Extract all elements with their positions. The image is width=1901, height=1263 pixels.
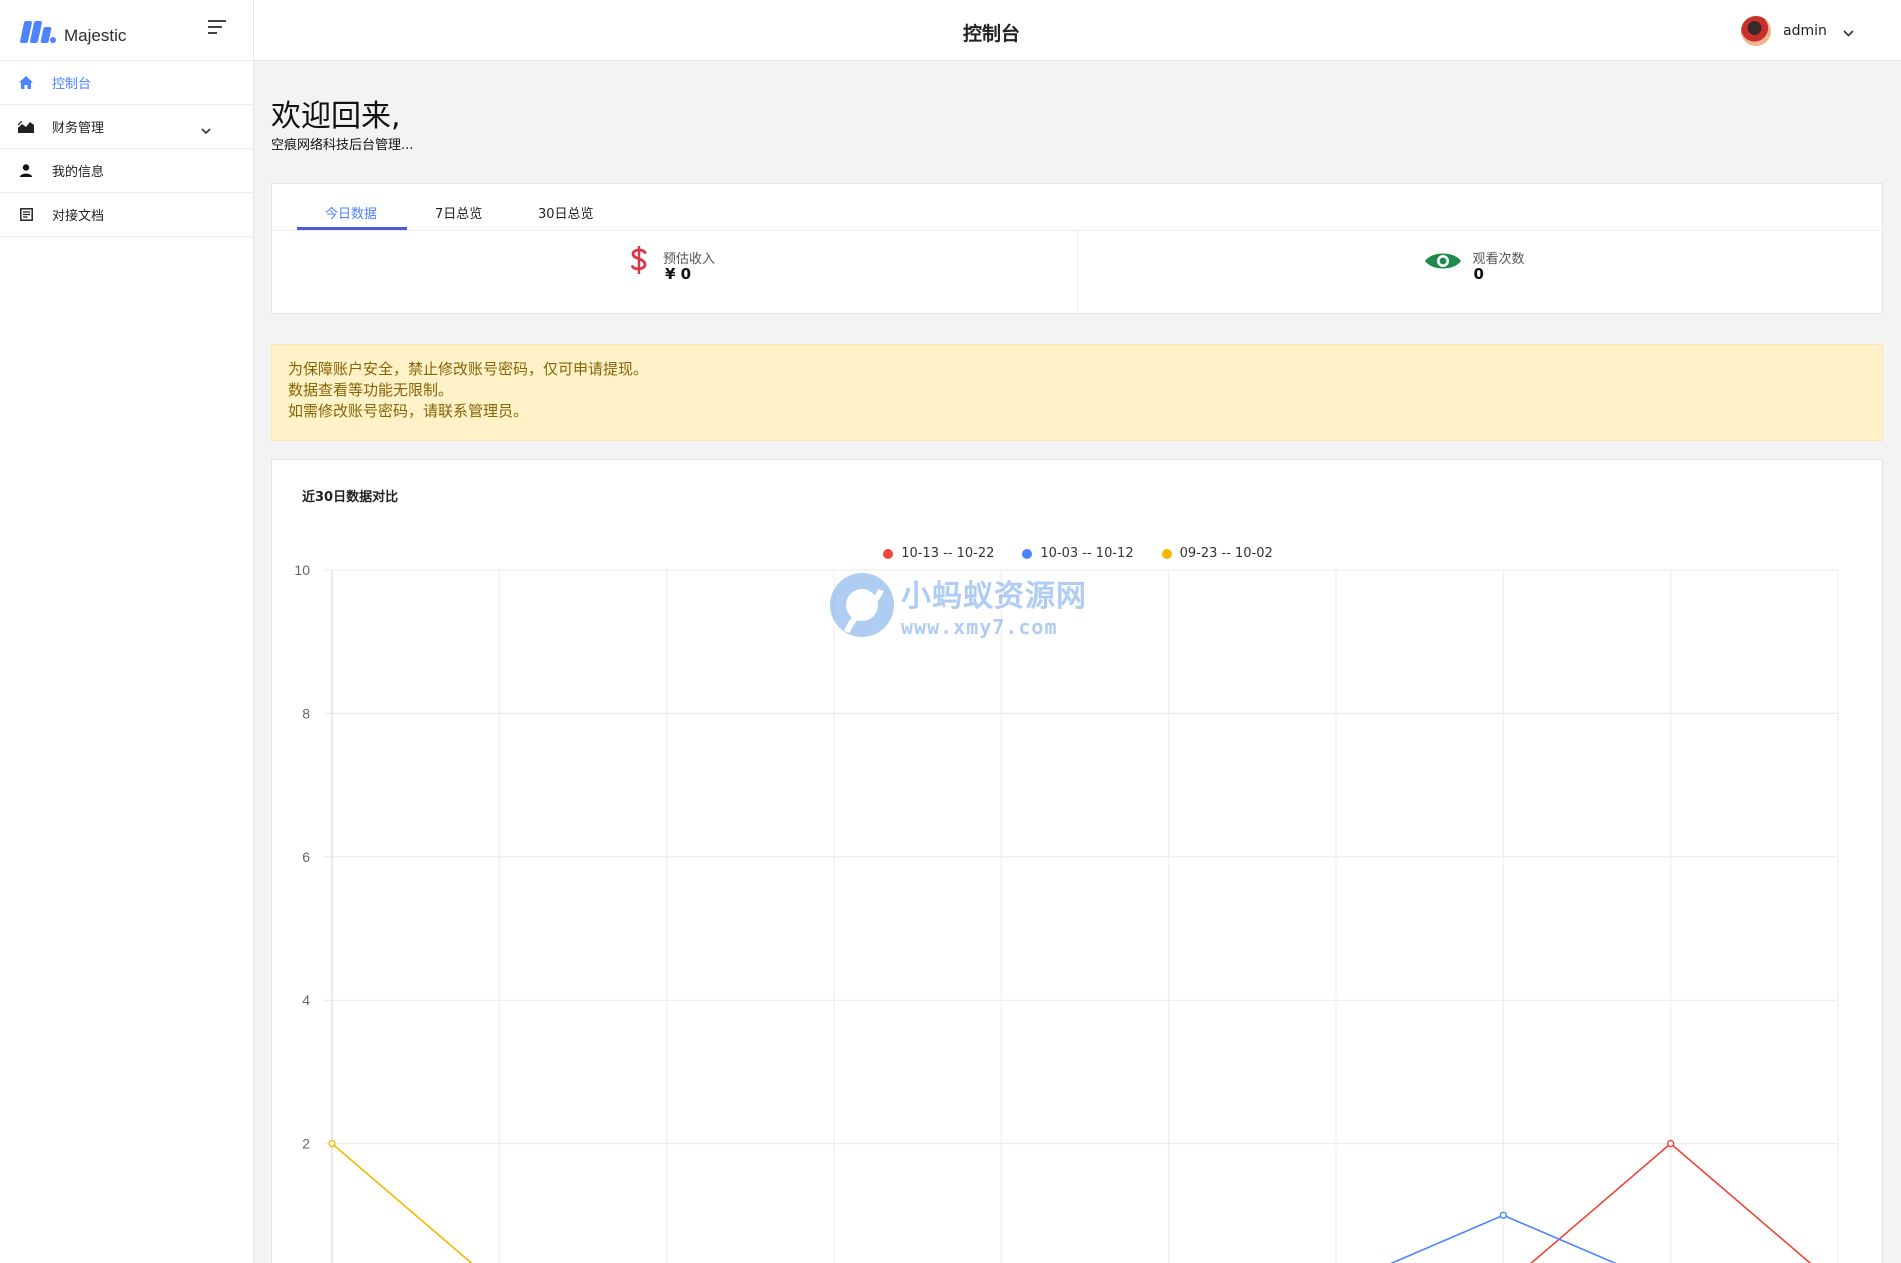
welcome-title: 欢迎回来, bbox=[271, 99, 401, 134]
stats-row: 预估收入 ¥ 0 观看次数 0 bbox=[272, 231, 1882, 314]
sidebar-item-docs[interactable]: 对接文档 bbox=[0, 193, 253, 237]
data-point bbox=[1499, 1211, 1508, 1219]
stat-value: 0 bbox=[1473, 265, 1484, 283]
sidebar-item-dashboard[interactable]: 控制台 bbox=[0, 61, 253, 105]
avatar bbox=[1741, 16, 1771, 46]
tab-today[interactable]: 今日数据 bbox=[325, 203, 377, 222]
data-point bbox=[1666, 1139, 1675, 1148]
watermark-url: www.xmy7.com bbox=[901, 615, 1058, 639]
chevron-down-icon bbox=[1843, 22, 1854, 41]
sidebar-item-profile[interactable]: 我的信息 bbox=[0, 149, 253, 193]
sidebar-item-label: 控制台 bbox=[52, 77, 92, 92]
stats-card: 今日数据 7日总览 30日总览 预估收入 ¥ 0 观看次数 0 bbox=[271, 183, 1883, 314]
y-tick-label: 8 bbox=[302, 705, 310, 721]
data-point bbox=[328, 1139, 336, 1148]
sidebar-item-label: 财务管理 bbox=[52, 121, 105, 136]
watermark: 小蚂蚁资源网 www.xmy7.com bbox=[827, 570, 1087, 640]
welcome-subtitle: 空痕网络科技后台管理... bbox=[271, 138, 414, 153]
chevron-down-icon bbox=[201, 120, 211, 139]
chart-card: 近30日数据对比 10-13 -- 10-22 10-03 -- 10-12 0… bbox=[271, 459, 1883, 1263]
active-tab-indicator bbox=[297, 227, 407, 230]
security-notice: 为保障账户安全，禁止修改账号密码，仅可申请提现。 数据查看等功能无限制。 如需修… bbox=[271, 344, 1883, 441]
brand-name: Majestic bbox=[64, 26, 127, 45]
watermark-logo-icon bbox=[830, 573, 894, 637]
home-icon bbox=[18, 75, 34, 91]
y-tick-label: 2 bbox=[302, 1136, 310, 1152]
menu-toggle-icon[interactable] bbox=[208, 20, 228, 36]
tab-bar: 今日数据 7日总览 30日总览 bbox=[272, 184, 1882, 231]
topbar: 控制台 admin bbox=[254, 0, 1901, 61]
y-tick-label: 4 bbox=[302, 992, 310, 1008]
brand-bar: Majestic bbox=[0, 0, 253, 61]
document-icon bbox=[18, 207, 34, 223]
sidebar-item-label: 我的信息 bbox=[52, 165, 105, 180]
page-title: 控制台 bbox=[962, 23, 1020, 45]
stat-views: 观看次数 0 bbox=[1076, 231, 1883, 314]
notice-line: 为保障账户安全，禁止修改账号密码，仅可申请提现。 bbox=[288, 360, 649, 378]
series-line bbox=[331, 1142, 473, 1263]
stat-revenue: 预估收入 ¥ 0 bbox=[272, 231, 1077, 314]
notice-line: 如需修改账号密码，请联系管理员。 bbox=[288, 402, 529, 420]
sidebar-item-finance[interactable]: 财务管理 bbox=[0, 105, 253, 149]
sidebar-item-label: 对接文档 bbox=[52, 209, 105, 224]
user-menu[interactable]: admin bbox=[1741, 16, 1854, 46]
stat-value: ¥ 0 bbox=[665, 265, 692, 283]
brand-logo[interactable]: Majestic bbox=[19, 18, 127, 46]
series-line bbox=[1530, 1142, 1812, 1263]
dollar-icon bbox=[629, 245, 649, 279]
series-line bbox=[1389, 1214, 1617, 1263]
tab-30-days[interactable]: 30日总览 bbox=[538, 203, 594, 222]
watermark-title: 小蚂蚁资源网 bbox=[901, 579, 1087, 614]
eye-icon bbox=[1424, 250, 1462, 276]
y-tick-label: 6 bbox=[302, 849, 310, 865]
username: admin bbox=[1783, 23, 1827, 39]
logo-mark-icon bbox=[19, 21, 56, 43]
chart-area-icon bbox=[18, 119, 34, 135]
user-icon bbox=[18, 163, 34, 179]
sidebar: Majestic 控制台 财务管理 我的信息 对接文档 bbox=[0, 0, 254, 1263]
notice-line: 数据查看等功能无限制。 bbox=[288, 381, 454, 399]
y-tick-label: 10 bbox=[294, 562, 310, 578]
tab-7-days[interactable]: 7日总览 bbox=[435, 203, 482, 222]
